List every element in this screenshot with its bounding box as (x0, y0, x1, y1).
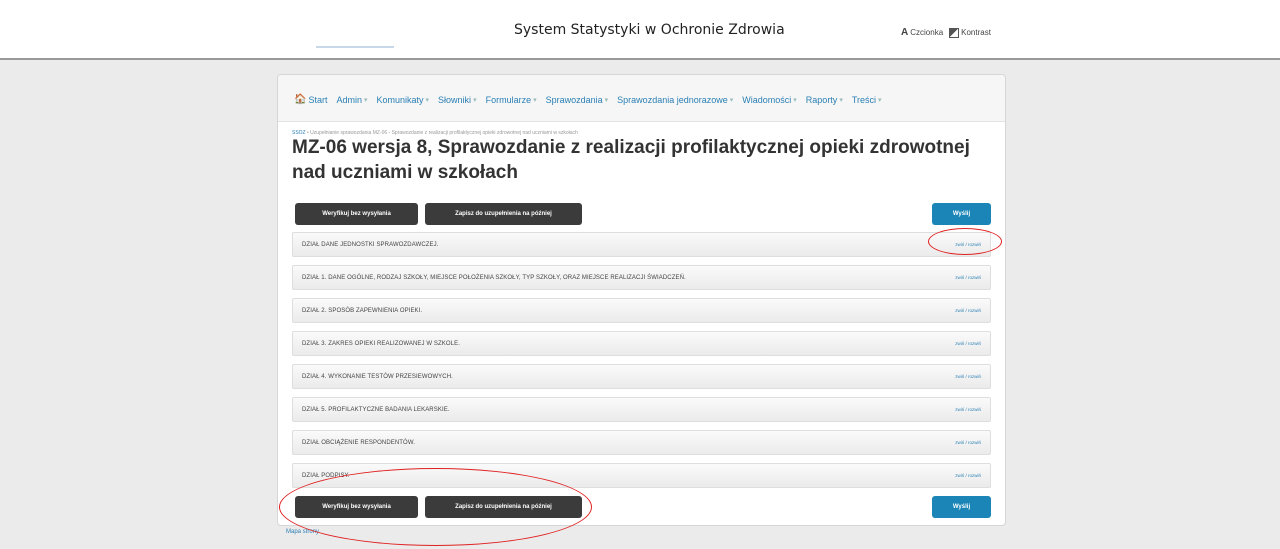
nav-item-label: Raporty (805, 94, 838, 105)
chevron-down-icon: ▾ (878, 96, 882, 104)
nav-item-label: Wiadomości (742, 94, 792, 105)
section-row: DZIAŁ 3. ZAKRES OPIEKI REALIZOWANEJ W SZ… (292, 331, 991, 356)
nav-item-label: Sprawozdania (545, 94, 603, 105)
chevron-down-icon: ▾ (604, 96, 609, 104)
section-collapse-toggle[interactable]: zwiń / rozwiń (955, 407, 981, 412)
nav-item-label: Komunikaty (376, 94, 424, 105)
send-button-bottom[interactable]: Wyślij (932, 496, 991, 518)
chevron-down-icon: ▾ (839, 96, 843, 104)
nav-item-label: Sprawozdania jednorazowe (617, 94, 728, 105)
main-panel: 🏠 Start Admin ▾ Komunikaty ▾ Słowniki ▾ Formular… (277, 74, 1006, 526)
nav-item-8[interactable]: Raporty ▾ (806, 94, 843, 105)
section-title: DZIAŁ 3. ZAKRES OPIEKI REALIZOWANEJ W SZ… (302, 341, 460, 347)
section-title: DZIAŁ DANE JEDNOSTKI SPRAWOZDAWCZEJ. (302, 242, 439, 248)
send-button[interactable]: Wyślij (932, 203, 991, 225)
nav-item-label: Słowniki (438, 94, 472, 105)
nav-item-4[interactable]: Formularze ▾ (486, 94, 537, 105)
page-title: MZ-06 wersja 8, Sprawozdanie z realizacj… (292, 137, 970, 183)
font-size-icon: A (901, 27, 909, 38)
section-collapse-toggle[interactable]: zwiń / rozwiń (955, 374, 981, 379)
verify-button[interactable]: Weryfikuj bez wysyłania (295, 203, 418, 225)
section-row: DZIAŁ DANE JEDNOSTKI SPRAWOZDAWCZEJ. zwiń… (292, 232, 991, 257)
nav-item-6[interactable]: Sprawozdania jednorazowe ▾ (617, 94, 733, 105)
nav-item-label: Start (308, 94, 328, 105)
home-icon: 🏠 (294, 94, 307, 105)
annotation-ellipse-buttons (279, 468, 592, 546)
chevron-down-icon: ▾ (363, 96, 368, 104)
section-row: DZIAŁ 5. PROFILAKTYCZNE BADANIA LEKARSKI… (292, 397, 991, 422)
section-row: DZIAŁ 2. SPOSÓB ZAPEWNIENIA OPIEKI. zwiń … (292, 298, 991, 323)
section-title: DZIAŁ 1. DANE OGÓLNE, RODZAJ SZKOŁY, MIE… (302, 275, 686, 281)
chevron-down-icon: ▾ (729, 96, 734, 104)
section-title: DZIAŁ 4. WYKONANIE TESTÓW PRZESIEWOWYCH. (302, 374, 453, 380)
section-collapse-toggle[interactable]: zwiń / rozwiń (955, 275, 981, 280)
section-collapse-toggle[interactable]: zwiń / rozwiń (955, 308, 981, 313)
contrast-icon (949, 27, 960, 38)
nav-items: 🏠 Start Admin ▾ Komunikaty ▾ Słowniki ▾ Formular… (294, 94, 882, 105)
contrast-toggle[interactable]: Kontrast (949, 27, 991, 38)
nav-item-1[interactable]: Admin ▾ (336, 94, 367, 105)
nav-item-7[interactable]: Wiadomości ▾ (742, 94, 797, 105)
font-size-toggle[interactable]: A Czcionka (901, 27, 943, 38)
section-collapse-toggle[interactable]: zwiń / rozwiń (955, 440, 981, 445)
contrast-tool-label: Kontrast (961, 28, 991, 37)
nav-item-5[interactable]: Sprawozdania ▾ (546, 94, 609, 105)
nav-item-label: Admin (336, 94, 362, 105)
section-row: DZIAŁ 1. DANE OGÓLNE, RODZAJ SZKOŁY, MIE… (292, 265, 991, 290)
logo-underline (316, 46, 394, 48)
chevron-down-icon: ▾ (425, 96, 430, 104)
nav-item-2[interactable]: Komunikaty ▾ (377, 94, 430, 105)
nav-item-label: Formularze (485, 94, 532, 105)
section-collapse-toggle[interactable]: zwiń / rozwiń (955, 341, 981, 346)
chevron-down-icon: ▾ (473, 96, 477, 104)
accessibility-tools: A Czcionka Kontrast (901, 27, 991, 38)
section-title: DZIAŁ OBCIĄŻENIE RESPONDENTÓW. (302, 440, 416, 446)
save-for-later-button[interactable]: Zapisz do uzupełnienia na później (425, 203, 582, 225)
section-title: DZIAŁ 5. PROFILAKTYCZNE BADANIA LEKARSKI… (302, 407, 450, 413)
main-navbar: 🏠 Start Admin ▾ Komunikaty ▾ Słowniki ▾ Formular… (278, 75, 1005, 122)
nav-item-0[interactable]: 🏠 Start (294, 94, 327, 105)
annotation-ellipse-toggle (928, 228, 1002, 255)
font-tool-label: Czcionka (910, 28, 944, 37)
section-row: DZIAŁ 4. WYKONANIE TESTÓW PRZESIEWOWYCH.… (292, 364, 991, 389)
chevron-down-icon: ▾ (533, 96, 537, 104)
nav-item-9[interactable]: Treści ▾ (852, 94, 882, 105)
section-collapse-toggle[interactable]: zwiń / rozwiń (955, 473, 981, 478)
site-header: System Statystyki w Ochronie Zdrowia A C… (0, 0, 1280, 60)
chevron-down-icon: ▾ (793, 96, 797, 104)
section-row: DZIAŁ OBCIĄŻENIE RESPONDENTÓW. zwiń / roz… (292, 430, 991, 455)
nav-item-label: Treści (851, 94, 876, 105)
nav-item-3[interactable]: Słowniki ▾ (438, 94, 477, 105)
site-title: System Statystyki w Ochronie Zdrowia (514, 22, 785, 38)
section-title: DZIAŁ 2. SPOSÓB ZAPEWNIENIA OPIEKI. (302, 308, 423, 314)
